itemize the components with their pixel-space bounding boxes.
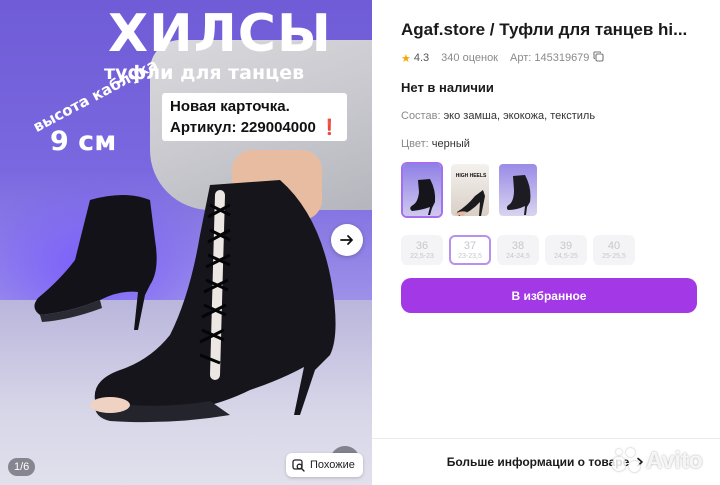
size-range: 22,5-23 [410,252,434,260]
avito-logo-icon [612,447,642,474]
size-range: 24-24,5 [506,252,530,260]
stock-status: Нет в наличии [401,80,494,95]
color-label: Цвет: [401,138,429,150]
avito-brand-text: Avito [646,447,703,473]
color-variants: HIGH HEELS [401,162,539,218]
promo-line-1: Новая карточка. [170,98,290,115]
composition-value: эко замша, экокожа, текстиль [443,110,596,122]
promo-line-2-wrap: Артикул: 229004000 ❗ [170,117,339,138]
heel-thumb-icon [455,190,485,216]
size-option-38[interactable]: 38 24-24,5 [497,235,539,265]
composition-label: Состав: [401,110,441,122]
promo-badge: Новая карточка. Артикул: 229004000 ❗ [162,93,347,141]
color-row: Цвет: черный [401,138,470,150]
article-number: Арт: 145319679 [510,52,590,64]
more-info-label: Больше информации о товаре [446,455,630,469]
size-range: 25-25,5 [602,252,626,260]
star-icon: ★ [401,52,411,65]
arrow-right-icon [340,235,353,245]
promo-line-2: Артикул: 229004000 [170,119,316,136]
size-selector: 36 22,5-23 37 23-23,5 38 24-24,5 39 24,5… [401,235,635,265]
size-range: 23-23,5 [458,252,482,260]
product-meta: ★ 4.3 340 оценок Арт: 145319679 [401,51,604,65]
avito-watermark: Avito [612,447,703,474]
reviews-count[interactable]: 340 оценок [441,52,498,64]
color-value: черный [431,138,470,150]
size-number: 40 [607,239,621,252]
product-image-gallery[interactable]: ХИЛСЫ туфли для танцев высота каблука 9 … [0,0,372,485]
composition: Состав: эко замша, экокожа, текстиль [401,110,595,122]
color-variant-1[interactable] [401,162,443,218]
similar-items-button[interactable]: Похожие [286,453,363,477]
color-variant-3[interactable] [497,162,539,218]
size-option-37[interactable]: 37 23-23,5 [449,235,491,265]
product-title: Agaf.store / Туфли для танцев hi... [401,20,688,39]
size-number: 39 [559,239,573,252]
color-variant-2[interactable]: HIGH HEELS [449,162,491,218]
front-boot-image [90,180,336,423]
boot-thumb-icon [410,179,436,215]
exclamation-icon: ❗ [319,119,339,136]
size-option-39[interactable]: 39 24,5-25 [545,235,587,265]
size-number: 36 [415,239,429,252]
next-image-button[interactable] [331,224,363,256]
add-to-favorites-button[interactable]: В избранное [401,278,697,313]
size-option-40[interactable]: 40 25-25,5 [593,235,635,265]
product-info-panel: Agaf.store / Туфли для танцев hi... ★ 4.… [372,0,720,485]
variant-2-caption: HIGH HEELS [455,173,487,179]
heel-height-value: 9 см [50,126,117,157]
product-quickview: ХИЛСЫ туфли для танцев высота каблука 9 … [0,0,720,485]
heel-height-caption: высота каблука [30,55,161,136]
size-number: 37 [463,239,477,252]
boot-thumb-icon-2 [506,175,531,215]
image-counter: 1/6 [8,458,36,476]
size-range: 24,5-25 [554,252,578,260]
copy-icon[interactable] [593,51,604,65]
banner-title: ХИЛСЫ [108,4,332,64]
size-number: 38 [511,239,525,252]
size-option-36[interactable]: 36 22,5-23 [401,235,443,265]
product-rating: 4.3 [413,52,430,64]
copy-icon-glyph [593,51,604,62]
similar-items-label: Похожие [310,459,355,471]
image-search-icon [292,458,305,472]
